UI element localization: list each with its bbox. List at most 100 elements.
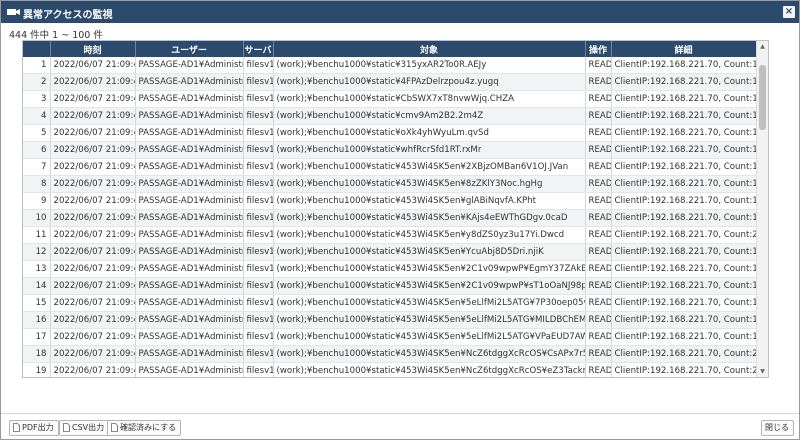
row-target: (work);¥benchu1000¥static¥cmv9Am2B2.2m4Z	[273, 107, 586, 125]
row-server: filesv1	[243, 73, 274, 91]
table-row[interactable]: 102022/06/07 21:09:44PASSAGE-AD1¥Adminis…	[23, 209, 757, 227]
scroll-down-icon[interactable]: ▼	[757, 366, 768, 377]
row-time: 2022/06/07 21:09:45	[50, 328, 136, 346]
document-icon	[63, 423, 70, 432]
table-row[interactable]: 32022/06/07 21:09:44PASSAGE-AD1¥Administ…	[23, 90, 757, 108]
close-button-label: 閉じる	[765, 423, 789, 432]
row-operation: READ	[585, 209, 612, 227]
scroll-thumb[interactable]	[759, 65, 766, 130]
row-server: filesv1	[243, 57, 274, 74]
row-index: 5	[23, 124, 51, 142]
row-detail: ClientIP:192.168.221.70, Count:1	[611, 90, 757, 108]
row-target: (work);¥benchu1000¥static¥whfRcrSfd1RT.r…	[273, 141, 586, 159]
row-server: filesv1	[243, 226, 274, 244]
row-operation: READ	[585, 277, 612, 295]
table-row[interactable]: 22022/06/07 21:09:44PASSAGE-AD1¥Administ…	[23, 73, 757, 91]
row-index: 3	[23, 90, 51, 108]
row-target: (work);¥benchu1000¥static¥315yxAR2To0R.A…	[273, 57, 586, 74]
row-detail: ClientIP:192.168.221.70, Count:1	[611, 175, 757, 193]
table-row[interactable]: 62022/06/07 21:09:44PASSAGE-AD1¥Administ…	[23, 141, 757, 159]
table-row[interactable]: 52022/06/07 21:09:44PASSAGE-AD1¥Administ…	[23, 124, 757, 142]
row-time: 2022/06/07 21:09:44	[50, 90, 136, 108]
row-user: PASSAGE-AD1¥Administrator	[135, 57, 244, 74]
row-detail: ClientIP:192.168.221.70, Count:1	[611, 328, 757, 346]
column-header-target[interactable]: 対象	[273, 41, 586, 57]
row-target: (work);¥benchu1000¥static¥CbSWX7xT8nvwWj…	[273, 90, 586, 108]
row-operation: READ	[585, 362, 612, 377]
table-row[interactable]: 42022/06/07 21:09:44PASSAGE-AD1¥Administ…	[23, 107, 757, 125]
row-detail: ClientIP:192.168.221.70, Count:1	[611, 107, 757, 125]
table-row[interactable]: 12022/06/07 21:09:44PASSAGE-AD1¥Administ…	[23, 57, 757, 74]
row-operation: READ	[585, 141, 612, 159]
column-header-operation[interactable]: 操作	[585, 41, 612, 57]
row-time: 2022/06/07 21:09:44	[50, 124, 136, 142]
row-time: 2022/06/07 21:09:45	[50, 277, 136, 295]
row-index: 17	[23, 328, 51, 346]
row-index: 8	[23, 175, 51, 193]
csv-export-button[interactable]: CSV出力	[59, 420, 110, 436]
scroll-up-icon[interactable]: ▲	[757, 41, 768, 52]
row-target: (work);¥benchu1000¥static¥453Wi4SK5en¥5e…	[273, 328, 586, 346]
table-row[interactable]: 162022/06/07 21:09:45PASSAGE-AD1¥Adminis…	[23, 311, 757, 329]
row-user: PASSAGE-AD1¥Administrator	[135, 73, 244, 91]
table-row[interactable]: 72022/06/07 21:09:44PASSAGE-AD1¥Administ…	[23, 158, 757, 176]
table-row[interactable]: 122022/06/07 21:09:44PASSAGE-AD1¥Adminis…	[23, 243, 757, 261]
row-target: (work);¥benchu1000¥static¥453Wi4SK5en¥Yc…	[273, 243, 586, 261]
row-time: 2022/06/07 21:09:44	[50, 57, 136, 74]
row-index: 1	[23, 57, 51, 74]
pdf-export-button[interactable]: PDF出力	[9, 420, 59, 436]
row-detail: ClientIP:192.168.221.70, Count:1	[611, 192, 757, 210]
window-title: 異常アクセスの監視	[23, 10, 113, 21]
table-row[interactable]: 172022/06/07 21:09:45PASSAGE-AD1¥Adminis…	[23, 328, 757, 346]
row-index: 6	[23, 141, 51, 159]
table-row[interactable]: 82022/06/07 21:09:44PASSAGE-AD1¥Administ…	[23, 175, 757, 193]
row-index: 16	[23, 311, 51, 329]
row-server: filesv1	[243, 294, 274, 312]
row-detail: ClientIP:192.168.221.70, Count:1	[611, 141, 757, 159]
table-row[interactable]: 132022/06/07 21:09:44PASSAGE-AD1¥Adminis…	[23, 260, 757, 278]
row-server: filesv1	[243, 243, 274, 261]
row-target: (work);¥benchu1000¥static¥453Wi4SK5en¥Nc…	[273, 362, 586, 377]
row-detail: ClientIP:192.168.221.70, Count:2	[611, 345, 757, 363]
record-count: 444 件中 1 ~ 100 件	[9, 30, 103, 41]
row-target: (work);¥benchu1000¥static¥453Wi4SK5en¥2X…	[273, 158, 586, 176]
table-row[interactable]: 192022/06/07 21:09:45PASSAGE-AD1¥Adminis…	[23, 362, 757, 377]
row-server: filesv1	[243, 362, 274, 377]
row-operation: READ	[585, 192, 612, 210]
row-user: PASSAGE-AD1¥Administrator	[135, 260, 244, 278]
column-header-detail[interactable]: 詳細	[611, 41, 757, 57]
row-operation: READ	[585, 175, 612, 193]
table-row[interactable]: 112022/06/07 21:09:44PASSAGE-AD1¥Adminis…	[23, 226, 757, 244]
document-icon	[111, 423, 118, 432]
column-header-user[interactable]: ユーザー	[135, 41, 244, 57]
row-index: 14	[23, 277, 51, 295]
row-user: PASSAGE-AD1¥Administrator	[135, 345, 244, 363]
row-index: 9	[23, 192, 51, 210]
column-header-index[interactable]	[23, 41, 51, 57]
row-index: 10	[23, 209, 51, 227]
mark-confirmed-button[interactable]: 確認済みにする	[107, 420, 182, 436]
column-header-server[interactable]: サーバ	[243, 41, 274, 57]
row-operation: READ	[585, 243, 612, 261]
table-row[interactable]: 182022/06/07 21:09:45PASSAGE-AD1¥Adminis…	[23, 345, 757, 363]
row-detail: ClientIP:192.168.221.70, Count:1	[611, 209, 757, 227]
monitor-dialog: 異常アクセスの監視 × 444 件中 1 ~ 100 件 時刻 ユーザー サーバ…	[0, 0, 800, 440]
row-detail: ClientIP:192.168.221.70, Count:1	[611, 260, 757, 278]
row-index: 11	[23, 226, 51, 244]
row-detail: ClientIP:192.168.221.70, Count:1	[611, 311, 757, 329]
close-icon[interactable]: ×	[783, 6, 795, 18]
pdf-export-label: PDF出力	[22, 423, 54, 432]
table-row[interactable]: 152022/06/07 21:09:45PASSAGE-AD1¥Adminis…	[23, 294, 757, 312]
vertical-scrollbar[interactable]: ▲ ▼	[756, 41, 768, 377]
close-button[interactable]: 閉じる	[761, 420, 794, 436]
row-user: PASSAGE-AD1¥Administrator	[135, 243, 244, 261]
row-server: filesv1	[243, 124, 274, 142]
row-operation: READ	[585, 311, 612, 329]
row-operation: READ	[585, 73, 612, 91]
row-target: (work);¥benchu1000¥static¥453Wi4SK5en¥2C…	[273, 260, 586, 278]
row-server: filesv1	[243, 90, 274, 108]
table-row[interactable]: 92022/06/07 21:09:44PASSAGE-AD1¥Administ…	[23, 192, 757, 210]
row-time: 2022/06/07 21:09:44	[50, 192, 136, 210]
table-row[interactable]: 142022/06/07 21:09:45PASSAGE-AD1¥Adminis…	[23, 277, 757, 295]
column-header-time[interactable]: 時刻	[50, 41, 136, 57]
